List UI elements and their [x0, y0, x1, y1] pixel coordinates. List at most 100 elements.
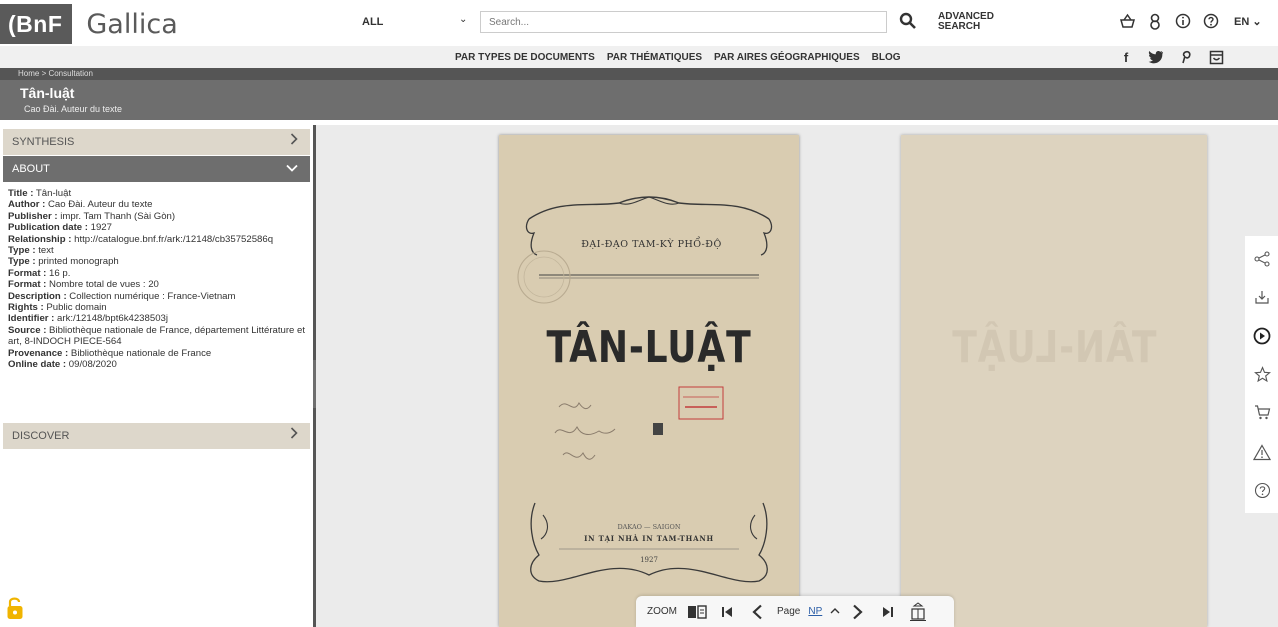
page-image-right[interactable]: TÂN-LUẬT	[901, 135, 1207, 627]
about-metadata-list: Title : Tân-luật Author : Cao Đài. Auteu…	[8, 188, 306, 371]
language-selector[interactable]: EN ⌄	[1234, 15, 1262, 28]
about-row-provenance: Provenance : Bibliothèque nationale de F…	[8, 348, 306, 359]
about-row-value[interactable]: http://catalogue.bnf.fr/ark:/12148/cb357…	[71, 234, 273, 245]
about-row-value: Tân-luật	[33, 188, 72, 199]
zoom-button[interactable]: ZOOM	[647, 606, 677, 617]
about-label: ABOUT	[12, 163, 50, 175]
nav-link-themes[interactable]: PAR THÉMATIQUES	[607, 52, 702, 63]
fit-page-icon[interactable]	[908, 601, 928, 622]
share-icon[interactable]	[1253, 250, 1271, 268]
bnf-gallica-logo[interactable]: (BnF Gallica	[0, 4, 178, 44]
pinterest-icon[interactable]	[1178, 49, 1194, 65]
open-lock-icon[interactable]	[6, 596, 24, 620]
about-row-label: Identifier :	[8, 313, 55, 325]
previous-page-icon[interactable]	[747, 602, 767, 622]
page-heading-text: ĐẠI-ĐẠO TAM-KỲ PHỔ-ĐỘ	[581, 239, 722, 250]
page-indicator: Page NP	[777, 606, 840, 617]
about-row-value: text	[35, 245, 54, 257]
gallica-viewer-page: (BnF Gallica ALL ⌄ ADVANCED SEARCH EN ⌄	[0, 0, 1278, 627]
search-input[interactable]	[480, 11, 887, 33]
about-row-publication-date: Publication date : 1927	[8, 222, 306, 233]
document-viewer: ĐẠI-ĐẠO TAM-KỲ PHỔ-ĐỘ TÂN-LUẬT DAKAO — S…	[316, 125, 1278, 627]
page-city-text: DAKAO — SAIGON	[617, 523, 681, 531]
first-page-icon[interactable]	[717, 602, 737, 622]
about-row-label: Source :	[8, 324, 47, 336]
cart-icon[interactable]	[1253, 403, 1271, 421]
chevron-up-icon[interactable]	[830, 606, 840, 617]
about-row-type: Type : printed monograph	[8, 256, 306, 267]
facebook-icon[interactable]: f	[1118, 49, 1134, 65]
chevron-down-icon[interactable]: ⌄	[459, 14, 467, 25]
about-row-value[interactable]: Public domain	[44, 302, 106, 313]
help-circle-icon[interactable]	[1253, 481, 1271, 499]
about-row-label: Description :	[8, 290, 67, 302]
logo-bnf-text: (BnF	[0, 4, 73, 44]
last-page-icon[interactable]	[878, 602, 898, 622]
about-row-label: Type :	[8, 256, 36, 268]
synthesis-label: SYNTHESIS	[12, 136, 75, 148]
nav-link-blog[interactable]: BLOG	[872, 52, 901, 63]
about-row-value: printed monograph	[35, 256, 119, 268]
search-scope-select[interactable]: ALL	[362, 16, 383, 28]
about-row-description: Description : Collection numérique : Fra…	[8, 291, 306, 302]
about-row-label: Author :	[8, 199, 46, 211]
about-row-author: Author : Cao Đài. Auteur du texte	[8, 199, 306, 210]
star-icon[interactable]	[1253, 365, 1271, 383]
discover-accordion[interactable]: DISCOVER	[3, 423, 310, 449]
about-row-rights: Rights : Public domain	[8, 302, 306, 313]
share-box-icon[interactable]	[1208, 49, 1224, 65]
about-row-value[interactable]: Cao Đài. Auteur du texte	[45, 199, 153, 210]
page-number-input[interactable]: NP	[808, 606, 822, 617]
info-icon[interactable]	[1174, 12, 1192, 30]
about-row-identifier: Identifier : ark:/12148/bpt6k4238503j	[8, 313, 306, 324]
nav-links: PAR TYPES DE DOCUMENTS PAR THÉMATIQUES P…	[455, 52, 901, 63]
about-row-value: 09/08/2020	[66, 359, 117, 371]
discover-label: DISCOVER	[12, 430, 70, 442]
about-row-label: Title :	[8, 188, 34, 199]
about-row-label: Publisher :	[8, 210, 58, 222]
user-icon[interactable]	[1146, 12, 1164, 30]
about-row-format: Format : 16 p.	[8, 268, 306, 279]
chevron-down-icon	[286, 156, 298, 182]
about-row-label: Rights :	[8, 302, 44, 314]
about-row-value: 1927	[87, 222, 112, 234]
about-row-type: Type : text	[8, 245, 306, 256]
about-row-value: ark:/12148/bpt6k4238503j	[54, 313, 168, 325]
about-row-value: Bibliothèque nationale de France, départ…	[8, 324, 306, 348]
twitter-icon[interactable]	[1148, 49, 1164, 65]
page-title-text: TÂN-LUẬT	[546, 322, 752, 373]
about-row-source: Source : Bibliothèque nationale de Franc…	[8, 325, 306, 348]
user-icons: EN ⌄	[1118, 12, 1262, 30]
play-icon[interactable]	[1253, 327, 1271, 345]
document-title: Tân-luật	[20, 85, 75, 101]
download-icon[interactable]	[1253, 288, 1271, 306]
about-row-label: Provenance :	[8, 347, 69, 359]
right-toolbar	[1245, 236, 1278, 513]
about-row-label: Format :	[8, 267, 47, 279]
advanced-search-link[interactable]: ADVANCED SEARCH	[938, 12, 998, 32]
about-row-label: Type :	[8, 245, 36, 257]
about-row-label: Online date :	[8, 359, 67, 371]
nav-link-document-types[interactable]: PAR TYPES DE DOCUMENTS	[455, 52, 595, 63]
nav-link-geographic-areas[interactable]: PAR AIRES GÉOGRAPHIQUES	[714, 52, 860, 63]
warning-icon[interactable]	[1253, 443, 1271, 461]
chevron-right-icon	[290, 423, 298, 449]
document-author[interactable]: Cao Đài. Auteur du texte	[24, 104, 122, 114]
double-page-icon[interactable]	[687, 602, 707, 622]
about-row-publisher: Publisher : impr. Tam Thanh (Sài Gòn)	[8, 211, 306, 222]
next-page-icon[interactable]	[848, 602, 868, 622]
page-printer-text: IN TẠI NHÀ IN TAM-THANH	[584, 534, 714, 543]
page-image-left[interactable]: ĐẠI-ĐẠO TAM-KỲ PHỔ-ĐỘ TÂN-LUẬT DAKAO — S…	[499, 135, 799, 627]
page-year-text: 1927	[640, 556, 658, 564]
about-row-label: Publication date :	[8, 222, 88, 234]
search-icon[interactable]	[899, 12, 919, 32]
page-ornaments: ĐẠI-ĐẠO TAM-KỲ PHỔ-ĐỘ TÂN-LUẬT DAKAO — S…	[499, 135, 799, 627]
about-row-value: Collection numérique : France-Vietnam	[66, 290, 236, 302]
chevron-right-icon	[290, 129, 298, 155]
synthesis-accordion[interactable]: SYNTHESIS	[3, 129, 310, 155]
about-accordion[interactable]: ABOUT	[3, 156, 310, 182]
help-icon[interactable]	[1202, 12, 1220, 30]
nav-bar: PAR TYPES DE DOCUMENTS PAR THÉMATIQUES P…	[0, 46, 1278, 68]
breadcrumb[interactable]: Home > Consultation	[18, 69, 93, 78]
basket-icon[interactable]	[1118, 12, 1136, 30]
